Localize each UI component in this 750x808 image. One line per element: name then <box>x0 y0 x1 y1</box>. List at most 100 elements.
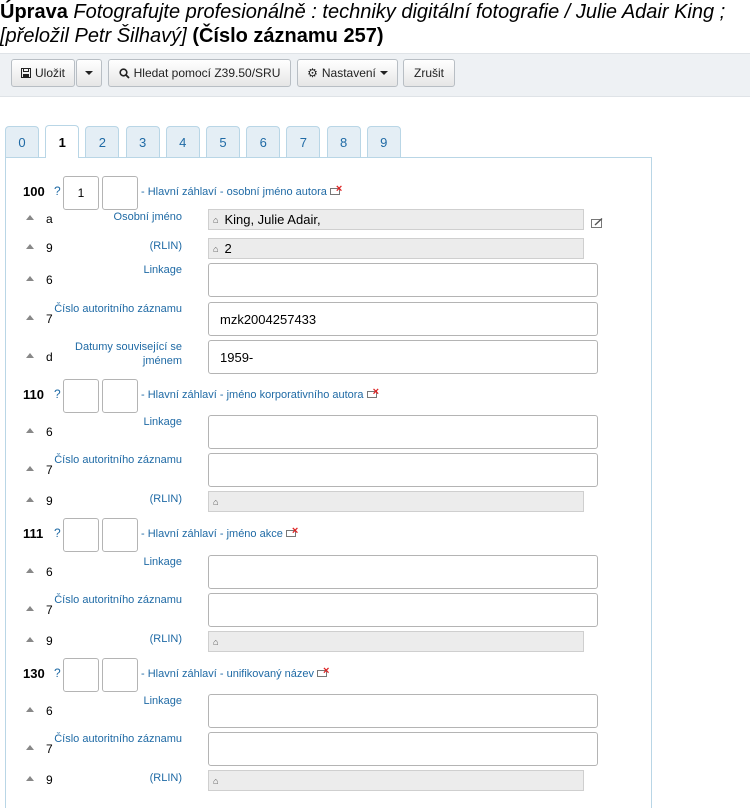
gear-icon: ⚙ <box>307 66 318 80</box>
subfield-7-input[interactable] <box>208 732 598 766</box>
move-subfield-up-icon[interactable] <box>26 776 34 781</box>
cancel-button[interactable]: Zrušit <box>403 59 455 87</box>
subfield-label[interactable]: Číslo autoritního záznamu <box>47 453 182 467</box>
subfield-label[interactable]: Datumy související se jménem <box>47 340 182 368</box>
settings-button[interactable]: ⚙ Nastavení <box>297 59 398 87</box>
save-options-dropdown[interactable] <box>76 59 102 87</box>
tab-1[interactable]: 1 <box>45 125 80 158</box>
tag-number: 130 <box>23 666 45 681</box>
subfield-label[interactable]: Číslo autoritního záznamu <box>47 732 182 746</box>
subfield-d-input[interactable]: 1959- <box>208 340 598 374</box>
subfield-label[interactable]: (RLIN) <box>47 632 182 646</box>
subfield-value: 1959- <box>220 349 254 365</box>
z3950-search-button[interactable]: Hledat pomocí Z39.50/SRU <box>108 59 291 87</box>
tag-help-link[interactable]: ? <box>54 387 61 401</box>
subfield-readonly-field: ⌂ King, Julie Adair, <box>208 209 584 230</box>
tag-help-link[interactable]: ? <box>54 184 61 198</box>
subfield-6-input[interactable] <box>208 263 598 297</box>
edit-authority-icon[interactable] <box>591 215 604 233</box>
toolbar: Uložit Hledat pomocí Z39.50/SRU ⚙ Nastav… <box>0 53 750 97</box>
title-prefix: Úprava <box>0 1 68 23</box>
tag-label[interactable]: - Hlavní záhlaví - jméno korporativního … <box>141 386 380 401</box>
cancel-label: Zrušit <box>414 66 444 80</box>
indicator-2-input[interactable] <box>102 379 138 413</box>
move-subfield-up-icon[interactable] <box>26 428 34 433</box>
tab-panel: 100? 1- Hlavní záhlaví - osobní jméno aut… <box>5 157 652 808</box>
move-subfield-up-icon[interactable] <box>26 276 34 281</box>
tag-label[interactable]: - Hlavní záhlaví - osobní jméno autora <box>141 183 343 198</box>
subfield-label[interactable]: Linkage <box>47 555 182 569</box>
lock-icon: ⌂ <box>213 243 219 254</box>
delete-tag-icon[interactable] <box>329 183 343 196</box>
tag-number: 100 <box>23 184 45 199</box>
move-subfield-up-icon[interactable] <box>26 244 34 249</box>
tab-3[interactable]: 3 <box>125 126 160 157</box>
tab-8[interactable]: 8 <box>326 126 361 157</box>
subfield-label[interactable]: (RLIN) <box>47 492 182 506</box>
tab-7[interactable]: 7 <box>286 126 321 157</box>
delete-tag-icon[interactable] <box>366 386 380 399</box>
tab-6[interactable]: 6 <box>246 126 281 157</box>
subfield-readonly-field: ⌂ <box>208 491 584 512</box>
lock-icon: ⌂ <box>213 775 219 786</box>
lock-icon: ⌂ <box>213 214 219 225</box>
tab-0[interactable]: 0 <box>5 126 39 157</box>
subfield-value: mzk2004257433 <box>220 311 317 327</box>
move-subfield-up-icon[interactable] <box>26 637 34 642</box>
subfield-7-input[interactable]: mzk2004257433 <box>208 302 598 336</box>
delete-tag-icon[interactable] <box>285 525 299 538</box>
tag-help-link[interactable]: ? <box>54 526 61 540</box>
subfield-label[interactable]: Linkage <box>47 694 182 708</box>
save-icon <box>20 68 31 78</box>
move-subfield-up-icon[interactable] <box>26 315 34 320</box>
tab-4[interactable]: 4 <box>165 126 200 157</box>
tab-2[interactable]: 2 <box>85 126 120 157</box>
save-label: Uložit <box>34 66 65 80</box>
subfield-6-input[interactable] <box>208 694 598 728</box>
indicator-1-input[interactable] <box>63 658 99 692</box>
settings-label: Nastavení <box>321 66 376 80</box>
tab-5[interactable]: 5 <box>206 126 240 157</box>
move-subfield-up-icon[interactable] <box>26 568 34 573</box>
subfield-label[interactable]: Osobní jméno <box>47 210 182 224</box>
subfield-7-input[interactable] <box>208 453 598 487</box>
move-subfield-up-icon[interactable] <box>26 215 34 220</box>
subfield-label[interactable]: (RLIN) <box>47 239 182 253</box>
move-subfield-up-icon[interactable] <box>26 606 34 611</box>
subfield-7-input[interactable] <box>208 593 598 627</box>
subfield-readonly-field: ⌂ <box>208 631 584 652</box>
indicator-2-input[interactable] <box>102 176 138 210</box>
lock-icon: ⌂ <box>213 636 219 647</box>
tag-number: 111 <box>23 526 44 541</box>
move-subfield-up-icon[interactable] <box>26 497 34 502</box>
delete-tag-icon[interactable] <box>317 665 330 678</box>
subfield-value: King, Julie Adair, <box>224 212 321 227</box>
indicator-2-input[interactable] <box>102 518 138 552</box>
tag-label[interactable]: - Hlavní záhlaví - jméno akce <box>141 525 299 540</box>
tab-9[interactable]: 9 <box>366 126 401 157</box>
subfield-label[interactable]: Číslo autoritního záznamu <box>47 593 182 607</box>
subfield-label[interactable]: (RLIN) <box>47 771 182 785</box>
move-subfield-up-icon[interactable] <box>26 353 34 358</box>
subfield-label[interactable]: Číslo autoritního záznamu <box>47 302 182 316</box>
subfield-label[interactable]: Linkage <box>47 415 182 429</box>
record-number: (Číslo záznamu 257) <box>192 25 384 47</box>
subfield-6-input[interactable] <box>208 415 598 449</box>
subfield-6-input[interactable] <box>208 555 598 589</box>
indicator-1-input[interactable] <box>63 518 99 552</box>
tag-label[interactable]: - Hlavní záhlaví - unifikovaný název <box>141 665 330 680</box>
subfield-label[interactable]: Linkage <box>47 263 182 277</box>
chevron-down-icon <box>379 71 388 75</box>
indicator-2-input[interactable] <box>102 658 138 692</box>
move-subfield-up-icon[interactable] <box>26 707 34 712</box>
lock-icon: ⌂ <box>213 496 219 507</box>
move-subfield-up-icon[interactable] <box>26 745 34 750</box>
tag-help-link[interactable]: ? <box>54 666 61 680</box>
indicator-1-input[interactable]: 1 <box>63 176 99 210</box>
subfield-value: 2 <box>224 241 232 256</box>
subfield-readonly-field: ⌂ 2 <box>208 238 584 259</box>
save-button[interactable]: Uložit <box>11 59 75 87</box>
move-subfield-up-icon[interactable] <box>26 466 34 471</box>
indicator-1-input[interactable] <box>63 379 99 413</box>
search-icon <box>119 67 130 79</box>
